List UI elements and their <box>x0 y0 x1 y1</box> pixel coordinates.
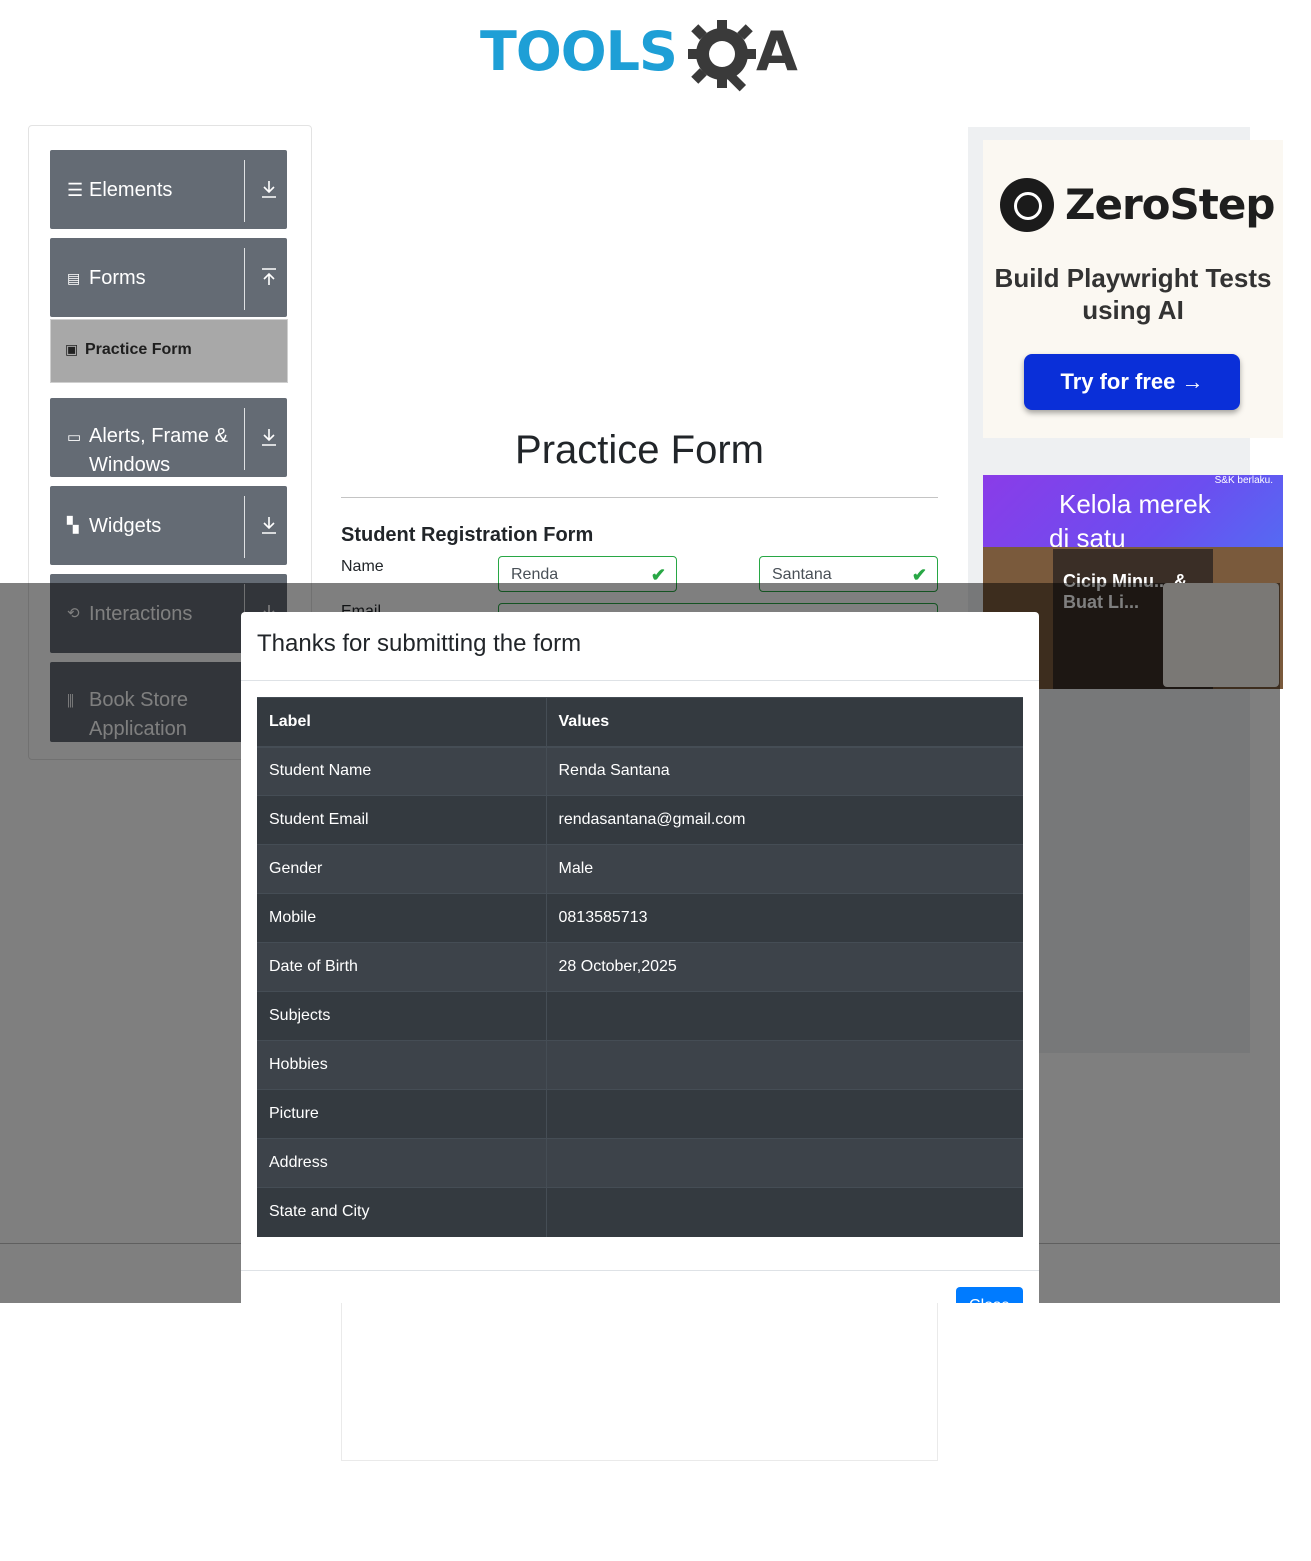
row-label: Student Email <box>257 795 547 845</box>
row-value <box>546 1138 1023 1188</box>
column-header-label: Label <box>257 697 547 748</box>
sidebar-group-forms[interactable]: ▤ Forms <box>50 238 287 317</box>
table-row: Subjects <box>257 991 1023 1041</box>
divider <box>244 160 245 222</box>
name-label: Name <box>341 558 384 575</box>
row-label: Picture <box>257 1089 547 1139</box>
row-value: 0813585713 <box>546 893 1023 943</box>
row-label: Subjects <box>257 991 547 1041</box>
table-row: Date of Birth 28 October,2025 <box>257 942 1023 992</box>
chevron-up-icon[interactable] <box>261 268 277 286</box>
sidebar-item-practice-form[interactable]: ▣ Practice Form <box>50 319 288 383</box>
list-icon: ☰ <box>67 180 84 200</box>
ad-note: S&K berlaku. <box>1214 475 1273 486</box>
results-table: Label Values Student Name Renda Santana S… <box>257 697 1023 1237</box>
sidebar-group-label: Widgets <box>89 515 162 537</box>
row-value: Male <box>546 844 1023 894</box>
row-value: 28 October,2025 <box>546 942 1023 992</box>
table-row: Address <box>257 1138 1023 1188</box>
form-bottom-panel <box>341 1300 938 1461</box>
row-label: Hobbies <box>257 1040 547 1090</box>
chevron-down-icon[interactable] <box>261 180 277 198</box>
divider <box>241 680 1039 681</box>
row-value: rendasantana@gmail.com <box>546 795 1023 845</box>
table-row: Gender Male <box>257 844 1023 894</box>
html5-icon: ▣ <box>65 341 79 357</box>
sidebar-group-elements[interactable]: ☰ Elements <box>50 150 287 229</box>
zerostep-logo-icon <box>1000 178 1054 232</box>
document-icon: ▤ <box>67 270 81 286</box>
first-name-value: Renda <box>511 566 559 583</box>
ad-brand: ZeroStep <box>1065 180 1275 229</box>
divider <box>244 408 245 470</box>
table-row: State and City <box>257 1187 1023 1237</box>
sidebar-group-label: Alerts, Frame & Windows <box>89 425 228 476</box>
sidebar-group-label: Elements <box>89 179 173 201</box>
chevron-down-icon[interactable] <box>261 516 277 534</box>
divider <box>244 496 245 558</box>
page-title: Practice Form <box>515 428 764 472</box>
row-value: Renda Santana <box>546 746 1023 796</box>
row-label: Student Name <box>257 746 547 796</box>
divider <box>244 248 245 310</box>
toolsqa-logo[interactable]: TOOLS A <box>480 18 804 92</box>
divider <box>341 497 938 498</box>
table-row: Student Name Renda Santana <box>257 746 1023 796</box>
row-value <box>546 1040 1023 1090</box>
chevron-down-icon[interactable] <box>261 428 277 446</box>
row-label: Gender <box>257 844 547 894</box>
column-header-values: Values <box>546 697 1023 748</box>
ad-tagline: Build Playwright Tests using AI <box>994 263 1272 325</box>
row-label: Mobile <box>257 893 547 943</box>
modal-title: Thanks for submitting the form <box>257 630 582 657</box>
submission-modal: Thanks for submitting the form Label Val… <box>241 612 1039 1303</box>
table-row: Hobbies <box>257 1040 1023 1090</box>
window-icon: ▭ <box>67 429 82 446</box>
widgets-icon: ▚ <box>67 517 79 534</box>
row-label: Date of Birth <box>257 942 547 992</box>
table-row: Student Email rendasantana@gmail.com <box>257 795 1023 845</box>
row-value <box>546 1187 1023 1237</box>
row-label: State and City <box>257 1187 547 1237</box>
logo-letter: A <box>756 20 798 83</box>
table-header-row: Label Values <box>257 697 1023 748</box>
sidebar-group-label: Forms <box>89 267 146 289</box>
divider <box>241 1270 1039 1271</box>
row-label: Address <box>257 1138 547 1188</box>
sidebar-item-label: Practice Form <box>85 341 192 358</box>
sidebar-group-alerts[interactable]: ▭ Alerts, Frame & Windows <box>50 398 287 477</box>
row-value <box>546 991 1023 1041</box>
table-row: Picture <box>257 1089 1023 1139</box>
close-button[interactable]: Close <box>956 1287 1023 1303</box>
zerostep-ad[interactable]: ZeroStep Build Playwright Tests using AI… <box>983 140 1283 438</box>
sidebar-group-widgets[interactable]: ▚ Widgets <box>50 486 287 565</box>
try-for-free-button[interactable]: Try for free → <box>1024 354 1240 410</box>
ad-headline: Kelola merek <box>1059 489 1211 519</box>
form-heading: Student Registration Form <box>341 524 594 546</box>
table-row: Mobile 0813585713 <box>257 893 1023 943</box>
gear-icon <box>688 20 756 92</box>
logo-word: TOOLS <box>480 20 678 83</box>
row-value <box>546 1089 1023 1139</box>
last-name-value: Santana <box>772 566 832 583</box>
